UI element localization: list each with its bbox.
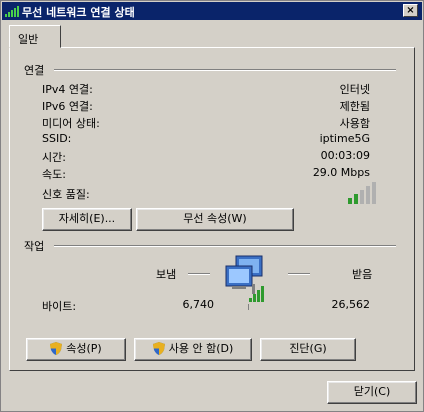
signal-bar-4	[366, 186, 370, 204]
window-title: 무선 네트워크 연결 상태	[22, 6, 135, 19]
close-button[interactable]: 닫기(C)	[327, 381, 417, 404]
general-panel: 연결 IPv4 연결: 인터넷 IPv6 연결: 제한됨 미디어 상태: 사용함…	[9, 47, 415, 371]
bytes-received-value: 26,562	[331, 298, 371, 311]
ipv4-label: IPv4 연결:	[42, 83, 93, 96]
window: 무선 네트워크 연결 상태 × 일반 연결 IPv4 연결: 인터넷 IPv6 …	[0, 0, 424, 412]
uac-shield-icon	[50, 342, 63, 355]
media-status-value: 사용함	[339, 117, 370, 130]
activity-divider	[54, 245, 396, 247]
activity-heading: 작업	[24, 240, 45, 253]
received-label: 받음	[352, 268, 373, 281]
speed-label: 속도:	[42, 168, 66, 181]
signal-bar-1	[348, 198, 352, 204]
bytes-sent-value: 6,740	[182, 298, 215, 311]
connection-divider	[54, 69, 396, 71]
uac-shield-icon	[152, 342, 165, 355]
diagnose-button[interactable]: 진단(G)	[260, 338, 356, 361]
ipv6-value: 제한됨	[339, 100, 370, 113]
properties-button-label: 속성(P)	[66, 342, 102, 355]
properties-button[interactable]: 속성(P)	[26, 338, 126, 361]
received-line	[288, 273, 310, 275]
ipv4-value: 인터넷	[339, 83, 370, 96]
duration-value: 00:03:09	[320, 149, 370, 162]
sent-label: 보냄	[156, 268, 177, 281]
wireless-properties-button[interactable]: 무선 속성(W)	[136, 208, 294, 231]
signal-quality-icon	[348, 182, 376, 204]
signal-bar-3	[360, 190, 364, 204]
ssid-label: SSID:	[42, 132, 72, 145]
sent-line	[188, 273, 210, 275]
signal-quality-label: 신호 품질:	[42, 188, 90, 201]
bytes-label: 바이트:	[42, 300, 77, 313]
tab-general-label: 일반	[18, 33, 39, 46]
disable-button[interactable]: 사용 안 함(D)	[134, 338, 252, 361]
media-status-label: 미디어 상태:	[42, 117, 100, 130]
close-window-button[interactable]: ×	[403, 4, 418, 17]
duration-label: 시간:	[42, 151, 66, 164]
ssid-value: iptime5G	[319, 132, 370, 145]
speed-value: 29.0 Mbps	[312, 166, 370, 179]
signal-bar-2	[354, 194, 358, 204]
tab-general[interactable]: 일반	[9, 25, 61, 48]
close-icon: ×	[406, 5, 415, 16]
wireless-signal-icon	[5, 6, 19, 17]
connection-heading: 연결	[24, 64, 45, 77]
disable-button-label: 사용 안 함(D)	[168, 342, 234, 355]
signal-bar-5	[372, 182, 376, 204]
details-button[interactable]: 자세히(E)...	[42, 208, 132, 231]
ipv6-label: IPv6 연결:	[42, 100, 93, 113]
title-bar: 무선 네트워크 연결 상태 ×	[2, 2, 422, 20]
network-computers-icon	[225, 255, 264, 310]
